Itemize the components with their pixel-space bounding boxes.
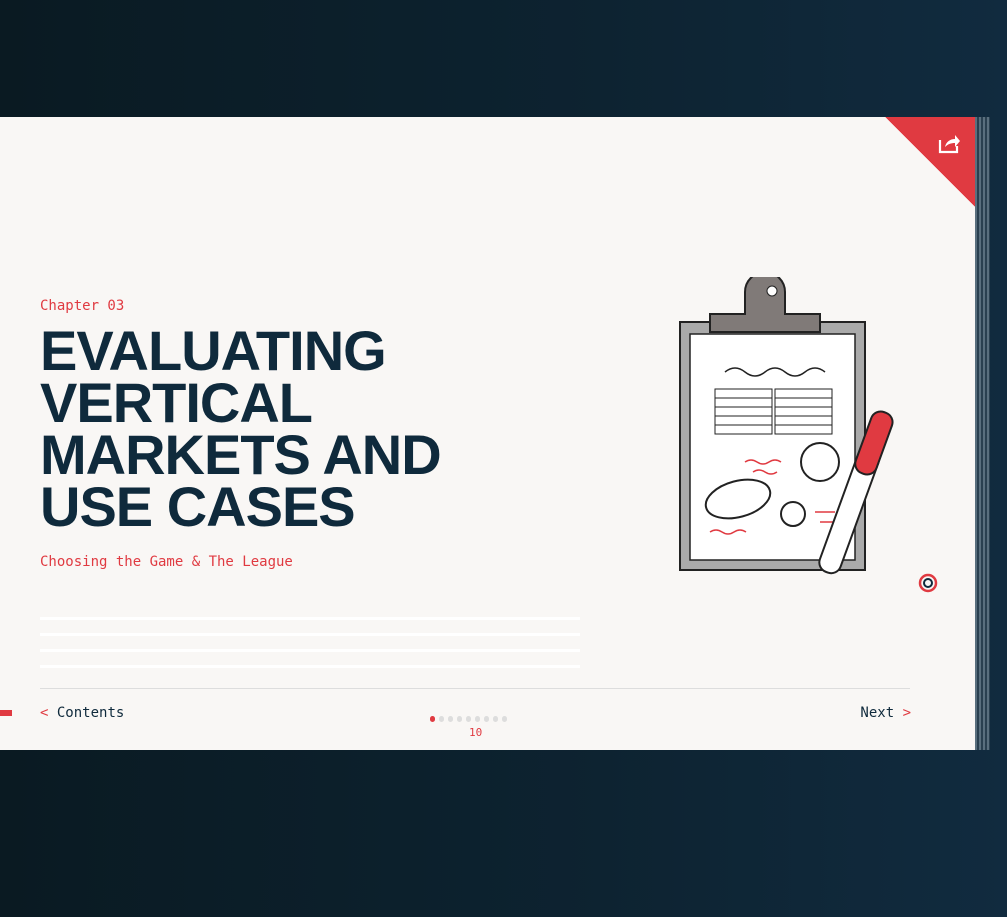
chevron-right-icon: > [902, 705, 911, 721]
pagination-dot[interactable] [430, 716, 435, 722]
footer-divider [40, 688, 910, 689]
chapter-page: Chapter 03 EVALUATING VERTICAL MARKETS A… [0, 117, 975, 750]
page-number: 10 [469, 726, 483, 739]
share-icon[interactable] [937, 131, 961, 155]
pagination-dot[interactable] [484, 716, 489, 722]
pagination-dot[interactable] [448, 716, 453, 722]
pagination-dot[interactable] [493, 716, 498, 722]
title-line: VERTICAL [40, 371, 313, 434]
pagination-dots [430, 716, 507, 722]
share-corner[interactable] [885, 117, 975, 207]
placeholder-lines [40, 617, 580, 681]
page-title: EVALUATING VERTICAL MARKETS AND USE CASE… [40, 319, 520, 538]
chevron-left-icon: < [40, 705, 49, 721]
title-line: EVALUATING [40, 319, 387, 382]
subtitle: Choosing the Game & The League [40, 554, 293, 570]
chapter-label: Chapter 03 [40, 298, 125, 314]
title-line: USE CASES [40, 475, 356, 538]
side-tab-marker [0, 710, 12, 716]
next-label: Next [860, 705, 895, 721]
pagination-dot[interactable] [502, 716, 507, 722]
pagination-dot[interactable] [475, 716, 480, 722]
clipboard-illustration [679, 277, 894, 575]
pagination-dot[interactable] [457, 716, 462, 722]
page-stack-edges [975, 117, 990, 750]
title-line: MARKETS AND [40, 423, 442, 486]
pagination-dot[interactable] [439, 716, 444, 722]
contents-link[interactable]: < Contents [40, 705, 124, 721]
pagination-dot[interactable] [466, 716, 471, 722]
next-link[interactable]: Next > [860, 705, 911, 721]
contents-label: Contents [56, 705, 125, 721]
brand-logo-icon [918, 573, 938, 593]
